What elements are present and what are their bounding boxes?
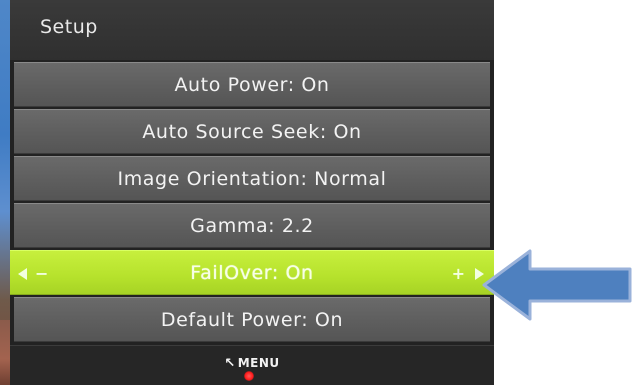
menu-hint: ↖ MENU — [10, 356, 494, 371]
menu-item-failover[interactable]: − FailOver: On + — [10, 250, 494, 295]
menu-item-auto-power[interactable]: Auto Power: On — [14, 62, 490, 107]
decrease-control[interactable]: − — [18, 251, 48, 296]
menu-item-label: FailOver: On — [190, 261, 314, 284]
osd-panel: Setup Auto Power: On Auto Source Seek: O… — [10, 0, 494, 385]
back-arrow-icon: ↖ — [224, 356, 236, 371]
menu-item-default-power[interactable]: Default Power: On — [14, 297, 490, 342]
osd-title: Setup — [40, 16, 98, 38]
minus-icon: − — [35, 263, 49, 283]
menu-item-label: Auto Source Seek: On — [142, 120, 362, 143]
annotation-arrow-icon — [482, 249, 632, 321]
left-triangle-icon — [18, 267, 27, 280]
setup-menu: Auto Power: On Auto Source Seek: On Imag… — [10, 62, 494, 344]
menu-item-label: Auto Power: On — [174, 73, 330, 96]
menu-item-auto-source-seek[interactable]: Auto Source Seek: On — [14, 109, 490, 154]
menu-item-image-orientation[interactable]: Image Orientation: Normal — [14, 156, 490, 201]
power-led-icon — [244, 371, 254, 381]
screen: Setup Auto Power: On Auto Source Seek: O… — [0, 0, 635, 385]
menu-item-label: Default Power: On — [160, 308, 344, 331]
plus-icon: + — [451, 263, 465, 283]
osd-header: Setup — [10, 0, 494, 60]
menu-hint-label: MENU — [237, 356, 280, 370]
menu-item-label: Gamma: 2.2 — [190, 214, 314, 237]
menu-item-label: Image Orientation: Normal — [117, 167, 387, 190]
menu-item-gamma[interactable]: Gamma: 2.2 — [14, 203, 490, 248]
